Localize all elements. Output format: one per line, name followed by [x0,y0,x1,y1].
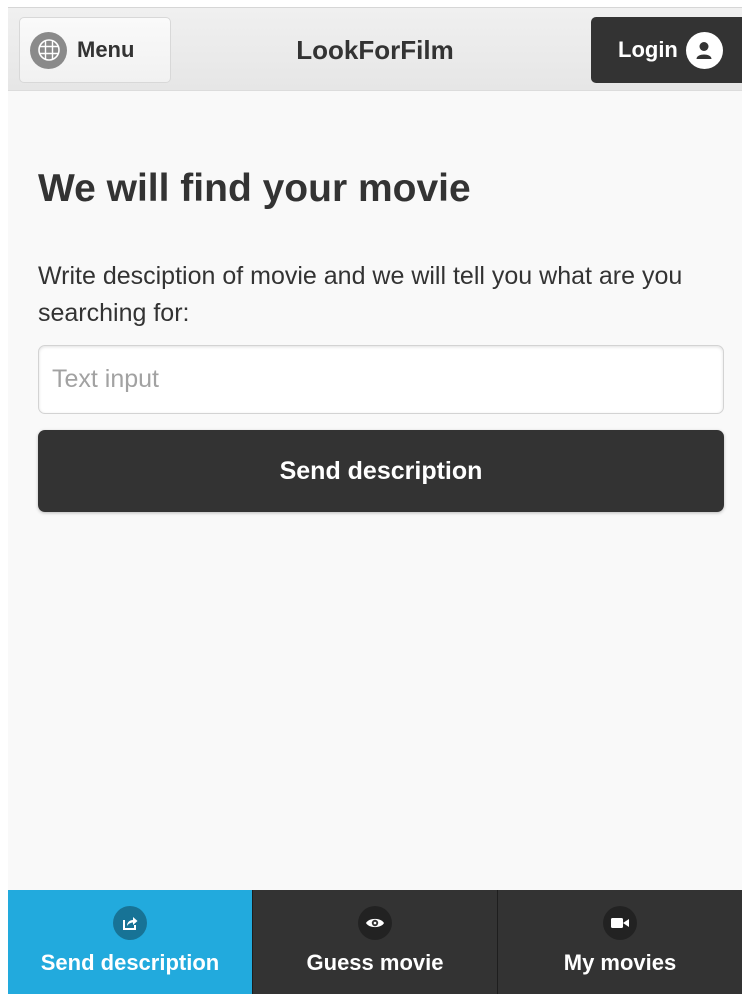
nav-item-my-movies[interactable]: My movies [497,890,742,994]
menu-button[interactable]: Menu [19,17,171,83]
user-icon [685,31,723,69]
nav-label: My movies [563,950,677,975]
eye-icon [358,906,392,940]
send-description-button[interactable]: Send description [38,430,724,512]
nav-item-guess-movie[interactable]: Guess movie [252,890,497,994]
grid-icon [30,31,67,69]
description-input[interactable] [38,345,724,414]
header-bar: Menu LookForFilm Login [8,7,742,91]
menu-label: Menu [77,37,135,62]
nav-item-send-description[interactable]: Send description [8,890,252,994]
nav-label: Guess movie [306,950,444,975]
video-camera-icon [603,906,637,940]
share-icon [113,906,147,940]
login-button[interactable]: Login [591,17,742,83]
page-title: We will find your movie [38,167,471,210]
page-description: Write desciption of movie and we will te… [38,262,683,327]
footer-nav: Send description Guess movie My movies [8,890,742,994]
login-label: Login [618,37,678,62]
nav-label: Send description [40,950,220,975]
app-frame: Menu LookForFilm Login We will find your… [8,7,742,994]
